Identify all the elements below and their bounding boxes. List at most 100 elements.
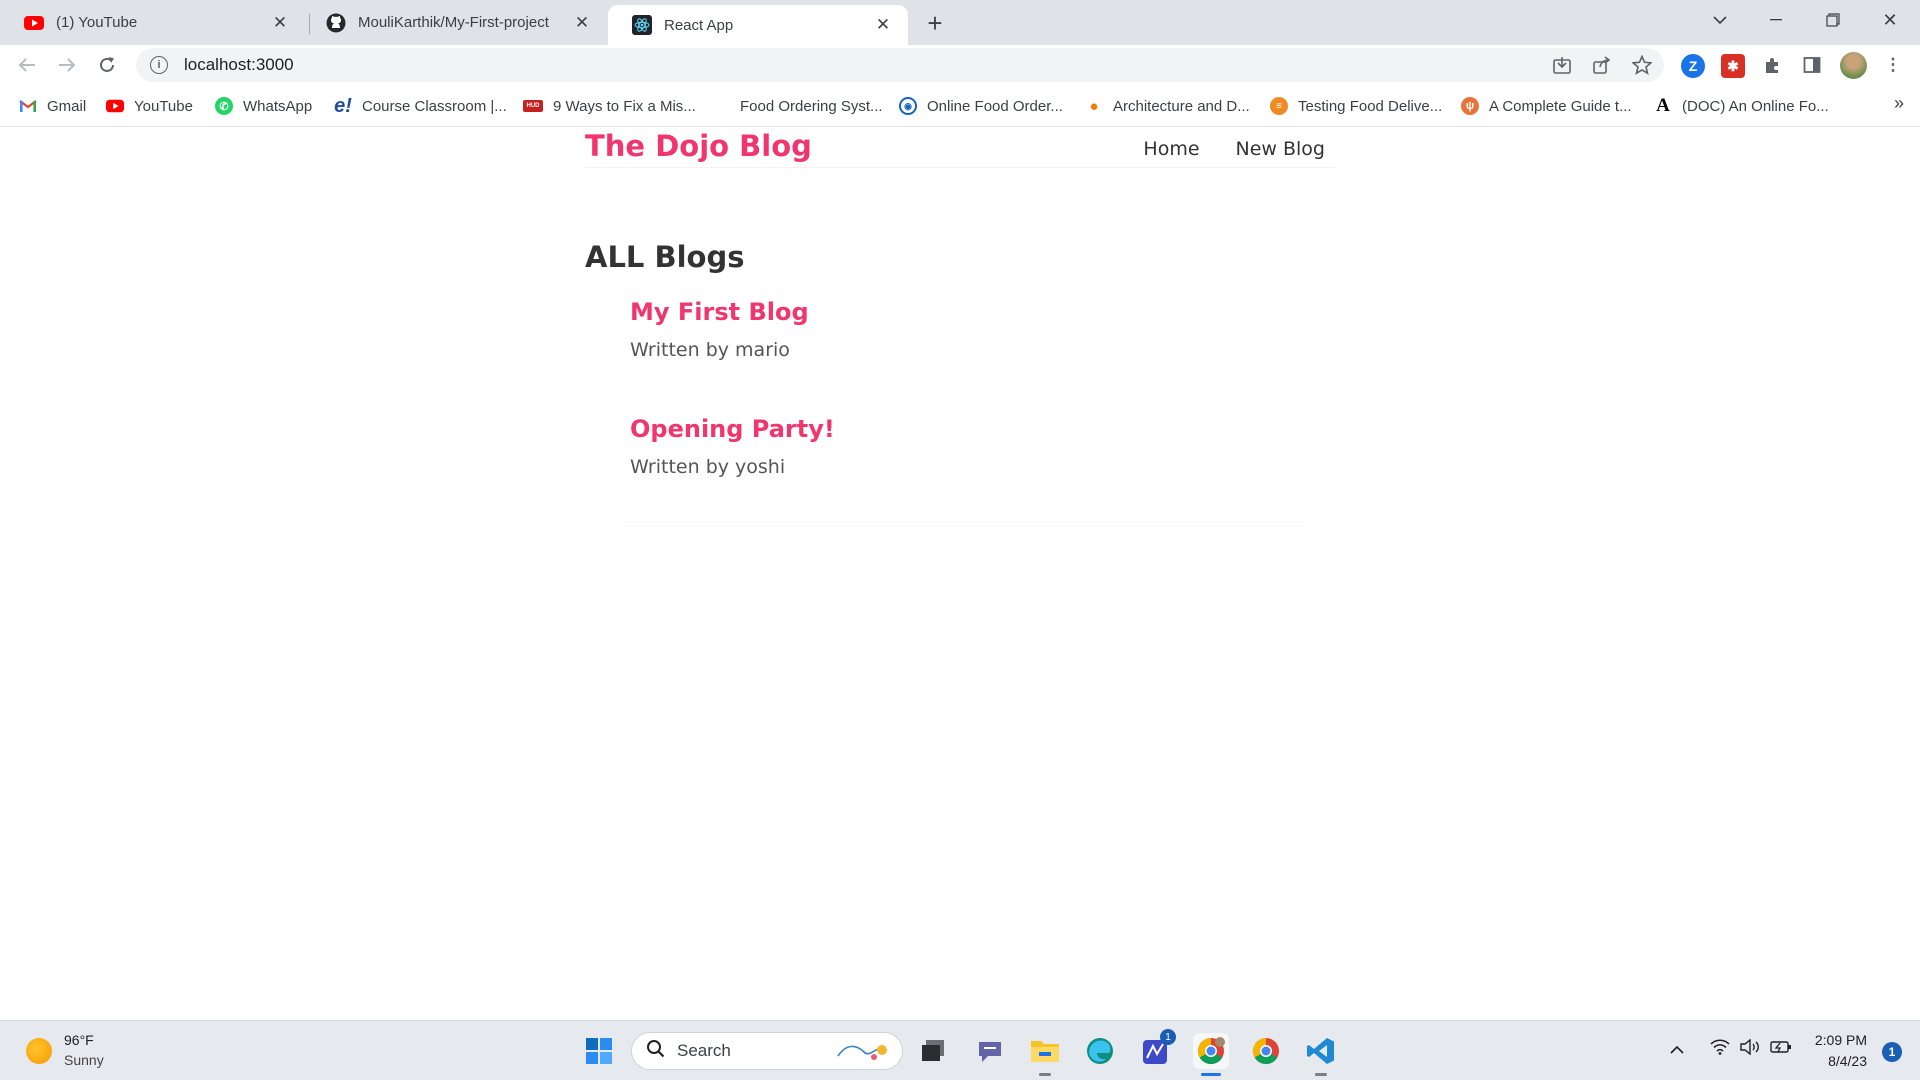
- bookmark-label: 9 Ways to Fix a Mis...: [553, 97, 696, 115]
- minimize-button[interactable]: [1756, 0, 1796, 40]
- blog-title[interactable]: My First Blog: [630, 298, 809, 326]
- search-highlight-icon: [836, 1040, 892, 1064]
- wifi-icon[interactable]: [1710, 1039, 1730, 1060]
- windows-taskbar: 96°F Sunny Search 1 2:09 PM 8/4/23 1: [0, 1020, 1920, 1080]
- site-navbar: The Dojo Blog Home New Blog: [585, 128, 1335, 168]
- tab-react-app[interactable]: React App ✕: [608, 5, 908, 45]
- blog-preview[interactable]: My First Blog Written by mario: [620, 288, 1310, 405]
- bookmark-online-food[interactable]: ◉ Online Food Order...: [899, 95, 1063, 117]
- tab-title: MouliKarthik/My-First-project: [358, 14, 549, 31]
- globe-icon: ◉: [899, 97, 917, 115]
- chrome-profile-icon[interactable]: [1193, 1033, 1229, 1076]
- notification-badge[interactable]: 1: [1882, 1042, 1902, 1062]
- bookmark-label: Online Food Order...: [927, 97, 1063, 115]
- vscode-icon[interactable]: [1303, 1033, 1339, 1076]
- close-tab-icon[interactable]: ✕: [269, 12, 291, 34]
- more-bookmarks-icon[interactable]: »: [1894, 93, 1904, 114]
- back-button[interactable]: [11, 49, 43, 81]
- menu-kebab-icon[interactable]: ⋮: [1882, 54, 1904, 76]
- browser-toolbar: i localhost:3000 Z ✱ ⋮: [0, 45, 1920, 85]
- red-extension-icon[interactable]: ✱: [1721, 54, 1745, 78]
- profile-avatar[interactable]: [1840, 52, 1867, 79]
- sun-icon[interactable]: [26, 1038, 52, 1064]
- bookmark-9-ways[interactable]: HUD 9 Ways to Fix a Mis...: [523, 95, 696, 117]
- task-view-icon[interactable]: [915, 1033, 951, 1069]
- bookmark-youtube[interactable]: YouTube: [106, 95, 193, 117]
- side-panel-icon[interactable]: [1801, 54, 1823, 76]
- tab-title: React App: [664, 16, 734, 34]
- blog-title[interactable]: Opening Party!: [630, 415, 835, 443]
- bookmark-label: Gmail: [47, 97, 87, 115]
- bookmark-architecture[interactable]: ● Architecture and D...: [1085, 95, 1249, 117]
- forward-button[interactable]: [51, 49, 83, 81]
- nav-links: Home New Blog: [1143, 138, 1325, 160]
- tab-strip: (1) YouTube ✕ MouliKarthik/My-First-proj…: [0, 0, 1920, 45]
- orange-logo-icon: ψ: [1461, 97, 1479, 115]
- app-badge: 1: [1160, 1029, 1176, 1045]
- bookmark-whatsapp[interactable]: ✆ WhatsApp: [215, 95, 312, 117]
- bookmark-gmail[interactable]: Gmail: [19, 95, 86, 117]
- search-label: Search: [677, 1041, 731, 1060]
- academia-icon: A: [1656, 95, 1670, 116]
- reload-button[interactable]: [91, 49, 123, 81]
- orange-circle-icon: ≡: [1270, 97, 1288, 115]
- nav-link-new-blog[interactable]: New Blog: [1236, 138, 1325, 160]
- bookmark-complete-guide[interactable]: ψ A Complete Guide t...: [1461, 95, 1632, 117]
- file-explorer-icon[interactable]: [1027, 1033, 1063, 1076]
- whatsapp-icon: ✆: [215, 97, 233, 115]
- zoom-extension-icon[interactable]: Z: [1681, 54, 1705, 78]
- weather-condition[interactable]: Sunny: [64, 1052, 104, 1068]
- taskbar-search[interactable]: Search: [631, 1032, 903, 1070]
- bookmark-doc-online[interactable]: A (DOC) An Online Fo...: [1654, 95, 1829, 117]
- blog-preview[interactable]: Opening Party! Written by yoshi: [620, 405, 1310, 522]
- bookmark-testing-food[interactable]: ≡ Testing Food Delive...: [1270, 95, 1442, 117]
- close-tab-icon[interactable]: ✕: [571, 12, 593, 34]
- blog-author: Written by mario: [630, 339, 790, 361]
- install-app-icon[interactable]: [1551, 54, 1573, 76]
- bookmark-label: Food Ordering Syst...: [740, 97, 883, 115]
- clock-time[interactable]: 2:09 PM: [1815, 1032, 1867, 1048]
- running-indicator: [1039, 1073, 1051, 1076]
- teams-chat-icon[interactable]: [972, 1033, 1008, 1069]
- windows-start-icon[interactable]: [581, 1033, 617, 1069]
- new-tab-button[interactable]: +: [919, 7, 951, 39]
- gmail-icon: [19, 97, 37, 115]
- edge-browser-icon[interactable]: [1082, 1033, 1118, 1069]
- address-bar[interactable]: i localhost:3000: [136, 48, 1664, 82]
- bookmark-course-classroom[interactable]: e! Course Classroom |...: [334, 95, 507, 117]
- close-window-button[interactable]: ✕: [1870, 0, 1910, 40]
- url-text[interactable]: localhost:3000: [184, 55, 294, 75]
- site-brand: The Dojo Blog: [585, 129, 812, 163]
- main-content: ALL Blogs My First Blog Written by mario…: [585, 240, 1335, 522]
- youtube-icon: [24, 13, 44, 33]
- restore-button[interactable]: [1813, 0, 1853, 40]
- bookmark-star-icon[interactable]: [1631, 54, 1653, 76]
- bookmark-label: YouTube: [134, 97, 193, 115]
- tab-youtube[interactable]: (1) YouTube ✕: [0, 0, 305, 45]
- bookmark-food-ordering[interactable]: Food Ordering Syst...: [712, 95, 883, 117]
- volume-icon[interactable]: [1740, 1038, 1762, 1060]
- weather-temperature[interactable]: 96°F: [64, 1032, 94, 1048]
- bookmark-label: Testing Food Delive...: [1298, 97, 1443, 115]
- active-indicator: [1201, 1073, 1221, 1076]
- article-icon: HUD: [523, 100, 543, 112]
- page-title: ALL Blogs: [585, 240, 745, 274]
- github-icon: [326, 13, 346, 33]
- tab-github[interactable]: MouliKarthik/My-First-project ✕: [302, 0, 607, 45]
- teams-app-icon[interactable]: 1: [1138, 1029, 1176, 1069]
- clock-date[interactable]: 8/4/23: [1828, 1053, 1867, 1069]
- show-hidden-icons[interactable]: [1670, 1041, 1684, 1059]
- page-viewport: The Dojo Blog Home New Blog ALL Blogs My…: [0, 128, 1920, 1020]
- extensions-puzzle-icon[interactable]: [1761, 54, 1783, 76]
- close-tab-icon[interactable]: ✕: [872, 14, 894, 36]
- tab-search-icon[interactable]: [1700, 0, 1740, 40]
- site-info-icon[interactable]: i: [150, 56, 168, 74]
- battery-icon[interactable]: [1770, 1039, 1792, 1060]
- share-icon[interactable]: [1591, 54, 1613, 76]
- tab-title: (1) YouTube: [56, 14, 138, 31]
- course-icon: e!: [334, 94, 352, 117]
- bookmark-label: Course Classroom |...: [362, 97, 507, 115]
- chrome-icon[interactable]: [1248, 1033, 1284, 1069]
- blog-list: My First Blog Written by mario Opening P…: [620, 288, 1310, 522]
- nav-link-home[interactable]: Home: [1143, 138, 1199, 160]
